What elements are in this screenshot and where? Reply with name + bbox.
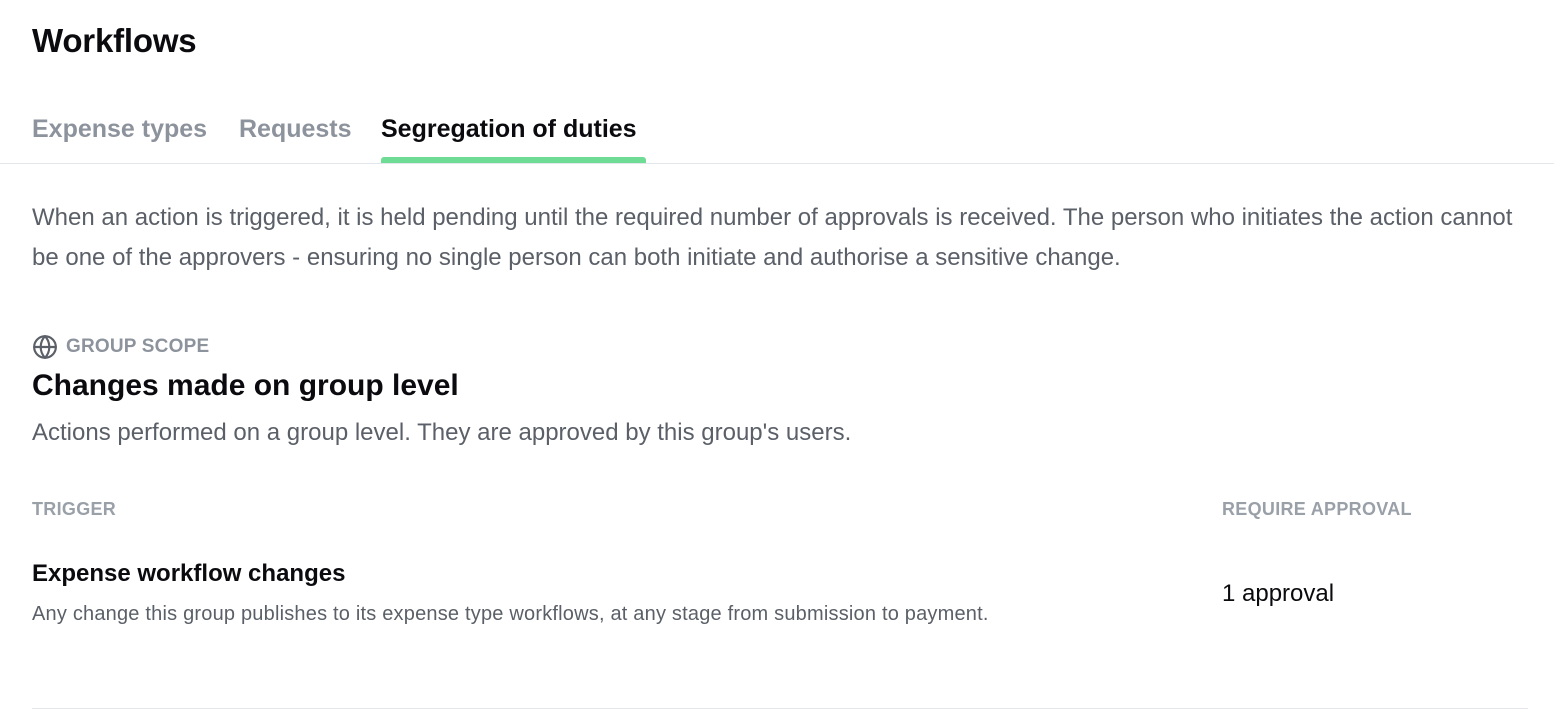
column-header-trigger: TRIGGER: [32, 499, 117, 519]
tab-requests[interactable]: Requests: [239, 106, 354, 163]
scope-tag: GROUP SCOPE: [32, 334, 209, 360]
intro-description: When an action is triggered, it is held …: [32, 204, 1513, 271]
page-title: Workflows: [32, 22, 197, 59]
scope-label: GROUP SCOPE: [66, 336, 210, 357]
row-trigger-title: Expense workflow changes: [32, 560, 346, 587]
tab-segregation-of-duties[interactable]: Segregation of duties: [381, 106, 646, 163]
row-trigger-description: Any change this group publishes to its e…: [32, 603, 989, 625]
row-approval-value: 1 approval: [1222, 580, 1335, 607]
tab-bar: Expense types Requests Segregation of du…: [0, 106, 1554, 164]
tab-expense-types[interactable]: Expense types: [32, 106, 212, 163]
section-subtitle: Actions performed on a group level. They…: [32, 419, 852, 446]
globe-icon: [32, 334, 58, 360]
divider: [32, 708, 1528, 709]
column-header-require-approval: REQUIRE APPROVAL: [1222, 499, 1412, 519]
section-title: Changes made on group level: [32, 369, 459, 402]
